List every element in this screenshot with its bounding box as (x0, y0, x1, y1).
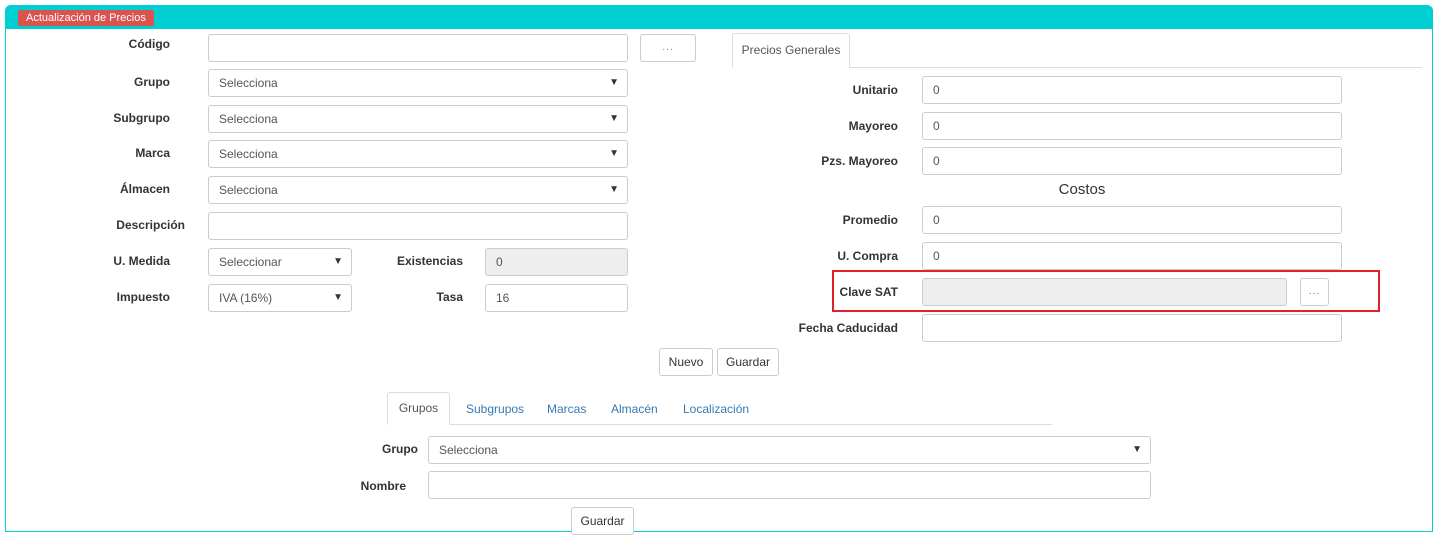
impuesto-select[interactable]: IVA (16%) ▼ (208, 284, 352, 312)
descripcion-label: Descripción (116, 218, 185, 232)
marca-select-value: Selecciona (219, 147, 278, 161)
u-medida-select-value: Seleccionar (219, 255, 282, 269)
almacen-label: Álmacen (119, 182, 170, 196)
almacen-select-value: Selecciona (219, 183, 278, 197)
fecha-caducidad-input[interactable] (922, 314, 1342, 342)
impuesto-label: Impuesto (116, 290, 170, 304)
chevron-down-icon: ▼ (609, 148, 619, 159)
marca-select[interactable]: Selecciona ▼ (208, 140, 628, 168)
catalog-grupo-label: Grupo (382, 442, 418, 456)
catalog-nombre-label: Nombre (360, 479, 406, 493)
chevron-down-icon: ▼ (609, 113, 619, 124)
catalog-tab-line (387, 424, 1052, 425)
tab-subgrupos[interactable]: Subgrupos (466, 401, 524, 417)
catalog-guardar-button[interactable]: Guardar (571, 507, 634, 535)
chevron-down-icon: ▼ (333, 292, 343, 303)
catalog-nombre-input[interactable] (428, 471, 1151, 499)
tasa-label: Tasa (436, 290, 463, 304)
chevron-down-icon: ▼ (1132, 444, 1142, 455)
promedio-label: Promedio (842, 213, 898, 227)
promedio-input[interactable] (922, 206, 1342, 234)
clave-sat-label: Clave SAT (839, 285, 898, 299)
grupo-select-value: Selecciona (219, 76, 278, 90)
tasa-input[interactable] (485, 284, 628, 312)
subgrupo-label: Subgrupo (113, 111, 170, 125)
chevron-down-icon: ▼ (609, 184, 619, 195)
fecha-caducidad-label: Fecha Caducidad (798, 321, 898, 335)
u-medida-select[interactable]: Seleccionar ▼ (208, 248, 352, 276)
u-compra-input[interactable] (922, 242, 1342, 270)
catalog-grupo-select[interactable]: Selecciona ▼ (428, 436, 1151, 464)
descripcion-input[interactable] (208, 212, 628, 240)
costos-title: Costos (1058, 181, 1106, 198)
tab-localizacion[interactable]: Localización (683, 401, 749, 417)
existencias-input (485, 248, 628, 276)
catalog-grupo-select-value: Selecciona (439, 443, 498, 457)
existencias-label: Existencias (396, 254, 463, 268)
impuesto-select-value: IVA (16%) (219, 291, 273, 305)
tab-grupos[interactable]: Grupos (387, 392, 450, 425)
almacen-select[interactable]: Selecciona ▼ (208, 176, 628, 204)
tab-almacen[interactable]: Almacén (611, 401, 658, 417)
tab-precios-generales[interactable]: Precios Generales (732, 33, 850, 68)
unitario-input[interactable] (922, 76, 1342, 104)
codigo-input[interactable] (208, 34, 628, 62)
grupo-label: Grupo (134, 75, 170, 89)
tab-marcas[interactable]: Marcas (547, 401, 586, 417)
page-title-badge: Actualización de Precios (18, 10, 154, 26)
u-compra-label: U. Compra (837, 249, 898, 263)
pzs-mayoreo-input[interactable] (922, 147, 1342, 175)
subgrupo-select[interactable]: Selecciona ▼ (208, 105, 628, 133)
grupo-select[interactable]: Selecciona ▼ (208, 69, 628, 97)
mayoreo-label: Mayoreo (848, 119, 898, 133)
pzs-mayoreo-label: Pzs. Mayoreo (821, 154, 898, 168)
mayoreo-input[interactable] (922, 112, 1342, 140)
panel-header (5, 5, 1433, 29)
u-medida-label: U. Medida (113, 254, 170, 268)
codigo-browse-button[interactable]: ... (640, 34, 696, 62)
unitario-label: Unitario (852, 83, 898, 97)
chevron-down-icon: ▼ (333, 256, 343, 267)
nuevo-button[interactable]: Nuevo (659, 348, 713, 376)
clave-sat-input (922, 278, 1287, 306)
clave-sat-browse-button[interactable]: ... (1300, 278, 1329, 306)
subgrupo-select-value: Selecciona (219, 112, 278, 126)
guardar-button[interactable]: Guardar (717, 348, 779, 376)
marca-label: Marca (135, 146, 170, 160)
codigo-label: Código (128, 37, 170, 51)
chevron-down-icon: ▼ (609, 77, 619, 88)
